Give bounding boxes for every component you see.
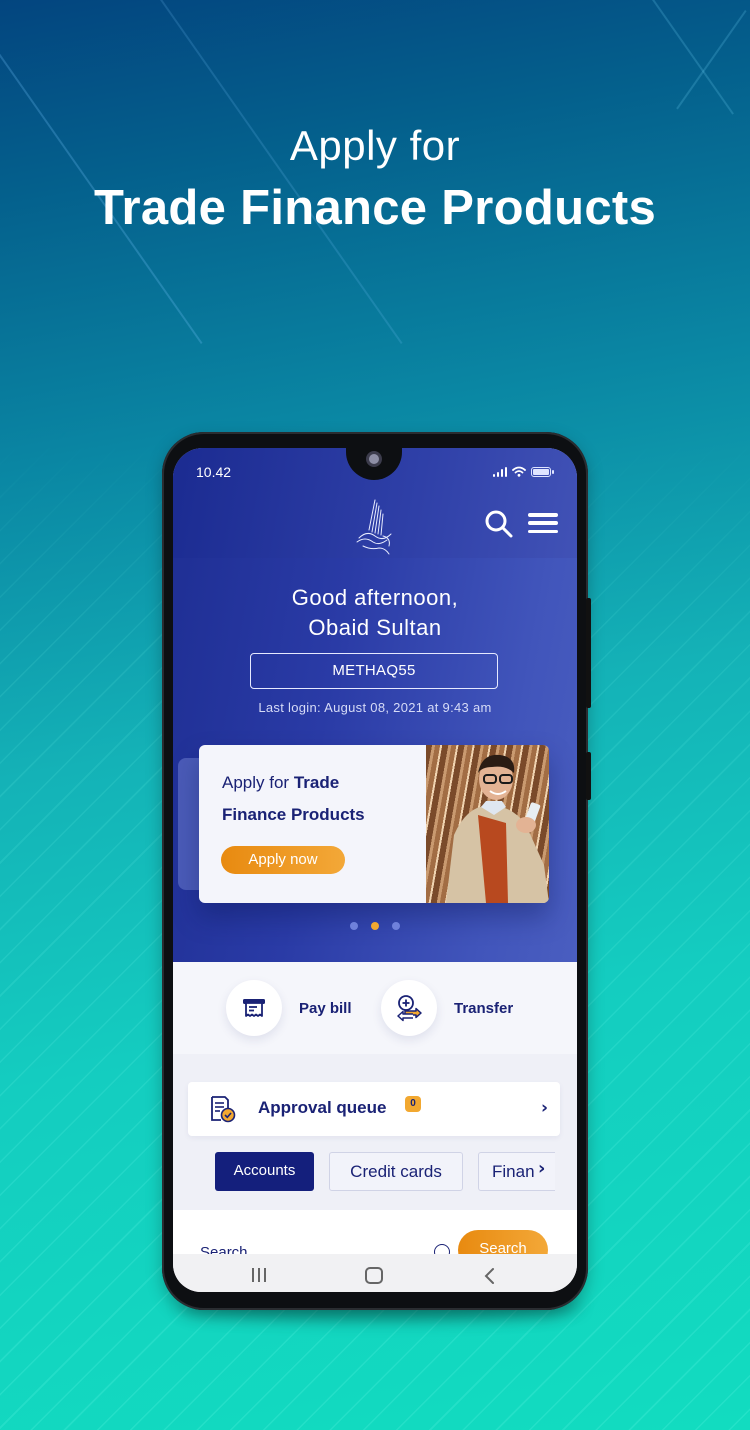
phone-power-button — [586, 752, 591, 800]
approval-count-badge: 0 — [405, 1096, 421, 1112]
carousel-indicator — [173, 922, 577, 930]
approval-queue-row[interactable]: Approval queue 0 › — [188, 1082, 560, 1136]
phone-screen: 10.42 Good afternoon, Obaid Sultan METHA… — [173, 448, 577, 1292]
bill-icon — [243, 999, 265, 1017]
approval-queue-label: Approval queue — [258, 1098, 387, 1117]
front-camera — [366, 451, 382, 467]
promo-text-bold: Finance Products — [222, 805, 365, 824]
carousel-dot[interactable] — [350, 922, 358, 930]
promo-text-regular: Apply for — [222, 773, 294, 792]
background-line — [652, 0, 734, 115]
carousel-dot-active[interactable] — [371, 922, 379, 930]
calligraphy-logo — [356, 499, 392, 555]
promo-card[interactable]: Apply for Trade Finance Products Apply n… — [199, 745, 549, 903]
pay-bill-icon-circle — [226, 980, 282, 1036]
transfer-icon-circle — [381, 980, 437, 1036]
android-navigation-bar — [173, 1254, 577, 1292]
quick-actions: Pay bill Transfer — [173, 962, 577, 1054]
home-icon[interactable] — [365, 1267, 383, 1284]
recent-apps-icon[interactable] — [252, 1268, 266, 1282]
user-name: Obaid Sultan — [308, 615, 442, 640]
status-icons — [492, 466, 554, 477]
search-icon[interactable] — [483, 508, 515, 540]
back-icon[interactable] — [480, 1266, 500, 1286]
status-time: 10.42 — [196, 464, 232, 480]
transfer-button[interactable]: Transfer — [381, 980, 513, 1036]
pay-bill-label: Pay bill — [299, 999, 352, 1017]
tab-accounts[interactable]: Accounts — [215, 1152, 314, 1191]
background-line — [160, 0, 403, 345]
tabs-scroll-right-icon[interactable]: › — [538, 1158, 545, 1179]
phone-volume-button — [586, 598, 591, 708]
pay-bill-button[interactable]: Pay bill — [226, 980, 352, 1036]
account-tabs: Accounts Credit cards Finan — [215, 1152, 555, 1192]
chevron-right-icon: › — [540, 1098, 548, 1118]
headline-line-1: Apply for — [289, 122, 461, 169]
transfer-label: Transfer — [454, 999, 514, 1017]
background-line — [0, 0, 203, 345]
promo-photo — [426, 745, 549, 903]
last-login-text: Last login: August 08, 2021 at 9:43 am — [258, 700, 492, 715]
battery-icon — [531, 466, 554, 477]
hamburger-menu-icon[interactable] — [528, 510, 558, 536]
dashboard-lower: Approval queue 0 › Accounts Credit cards… — [173, 1054, 577, 1214]
person-with-phone-image — [446, 754, 549, 903]
carousel-dot[interactable] — [392, 922, 400, 930]
signal-icon — [492, 466, 507, 477]
tab-credit-cards[interactable]: Credit cards — [329, 1152, 463, 1191]
search-section: Search Search — [173, 1210, 577, 1270]
approval-document-icon — [211, 1096, 236, 1123]
apply-now-button[interactable]: Apply now — [221, 846, 345, 874]
hero-section: 10.42 Good afternoon, Obaid Sultan METHA… — [173, 448, 577, 962]
background-line — [676, 10, 747, 110]
promo-text-bold: Trade — [293, 773, 340, 792]
headline-line-2: Trade Finance Products — [93, 181, 657, 235]
wifi-icon — [512, 466, 526, 477]
user-id-badge: METHAQ55 — [250, 653, 498, 689]
promo-text: Apply for Trade Finance Products — [222, 767, 422, 831]
transfer-icon — [397, 995, 422, 1022]
greeting-text: Good afternoon, — [291, 585, 459, 610]
